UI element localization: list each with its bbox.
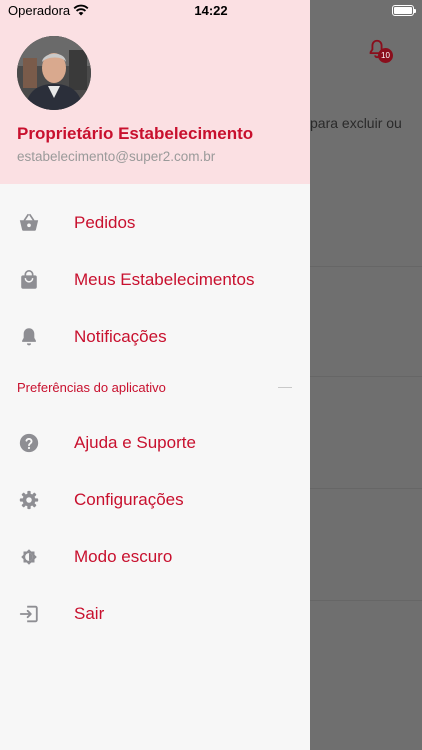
background-divider [310,266,422,267]
menu-item-label: Meus Estabelecimentos [74,270,255,289]
navigation-drawer: Proprietário Estabelecimento estabelecim… [0,0,310,750]
status-time: 14:22 [194,3,228,18]
menu-item-label: Ajuda e Suporte [74,433,196,452]
section-title: Preferências do aplicativo [17,380,166,395]
help-icon [18,432,40,454]
section-header-preferencias[interactable]: Preferências do aplicativo [17,379,292,397]
menu-item-label: Pedidos [74,213,136,232]
logout-icon [18,603,40,625]
notification-badge: 10 [378,48,393,63]
menu-item-label: Modo escuro [74,547,173,566]
background-divider [310,488,422,489]
shopping-bag-icon [18,269,40,291]
collapse-icon[interactable] [278,387,292,388]
user-email: estabelecimento@super2.com.br [17,149,216,164]
basket-icon [18,212,40,234]
avatar[interactable] [17,36,91,110]
user-name: Proprietário Estabelecimento [17,124,254,143]
menu-item-label: Notificações [74,327,167,346]
menu-item-label: Configurações [74,490,184,509]
bell-icon [18,326,40,348]
profile-photo [17,36,91,110]
menu-item-modo-escuro[interactable]: Modo escuro [0,533,310,581]
background-divider [310,376,422,377]
brightness-icon [18,546,40,568]
background-hint-text: para excluir ou [310,115,402,131]
gear-icon [18,489,40,511]
background-notifications-button: 10 [366,38,393,64]
status-bar: Operadora 14:22 [0,0,422,22]
menu-item-configuracoes[interactable]: Configurações [0,476,310,524]
menu-item-pedidos[interactable]: Pedidos [0,199,310,247]
menu-item-notificacoes[interactable]: Notificações [0,313,310,361]
menu-item-sair[interactable]: Sair [0,590,310,638]
menu-item-meus-estabelecimentos[interactable]: Meus Estabelecimentos [0,256,310,304]
menu-item-label: Sair [74,604,105,623]
battery-icon [392,5,416,16]
background-divider [310,600,422,601]
drawer-header: Proprietário Estabelecimento estabelecim… [0,0,310,184]
menu-item-ajuda-suporte[interactable]: Ajuda e Suporte [0,419,310,467]
